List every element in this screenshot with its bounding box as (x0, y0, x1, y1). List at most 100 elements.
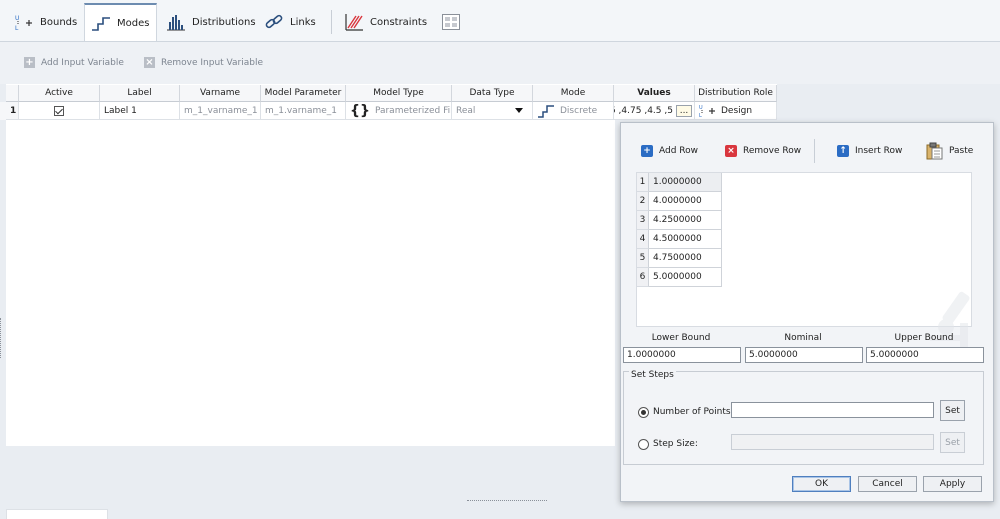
values-cell[interactable]: 5, 4.5, 4.75, 5 ... (614, 102, 695, 120)
distribution-role-cell[interactable]: UL Design (695, 102, 777, 120)
add-icon: + (24, 56, 35, 68)
set-steps-group: Set Steps Number of Points: Set Step Siz… (623, 370, 984, 465)
paste-icon (926, 142, 943, 160)
link-icon (264, 13, 284, 31)
model-type-value: Parameterized File (374, 105, 452, 116)
list-item[interactable]: 2 4.0000000 (637, 192, 722, 211)
tab-bar: UL Bounds Modes Distributions Links Cons… (0, 0, 1000, 42)
svg-text:U: U (15, 15, 19, 22)
remove-row-button[interactable]: × Remove Row (725, 145, 801, 157)
step-size-label: Step Size: (653, 439, 698, 449)
value-cell[interactable]: 4.5000000 (649, 230, 722, 249)
header-mode[interactable]: Mode (533, 85, 614, 102)
variable-toolbar: + Add Input Variable × Remove Input Vari… (0, 42, 1000, 84)
distributions-icon (166, 13, 186, 31)
header-active[interactable]: Active (19, 85, 100, 102)
layout-grid-icon[interactable] (442, 14, 460, 30)
tab-constraints-label: Constraints (370, 16, 428, 28)
active-cell[interactable] (19, 102, 100, 120)
lower-bound-field[interactable]: 1.0000000 (623, 347, 741, 363)
value-cell[interactable]: 4.0000000 (649, 192, 722, 211)
header-model-type[interactable]: Model Type (346, 85, 452, 102)
list-item[interactable]: 3 4.2500000 (637, 211, 722, 230)
insert-row-label: Insert Row (855, 146, 903, 156)
svg-text:L: L (15, 25, 19, 31)
splitter-handle-vertical[interactable] (0, 318, 1, 358)
upper-bound-field[interactable]: 5.0000000 (866, 347, 984, 363)
tab-links-label: Links (290, 16, 316, 28)
remove-row-label: Remove Row (743, 146, 802, 156)
tab-distributions-label: Distributions (192, 16, 256, 28)
tab-links[interactable]: Links (258, 4, 322, 40)
value-cell[interactable]: 4.7500000 (649, 249, 722, 268)
nominal-field[interactable]: 5.0000000 (745, 347, 863, 363)
list-item[interactable]: 4 4.5000000 (637, 230, 722, 249)
data-type-select[interactable]: Real (452, 102, 533, 120)
bounds-icon: UL (14, 13, 34, 31)
tab-modes-label: Modes (117, 17, 150, 29)
list-item[interactable]: 5 4.7500000 (637, 249, 722, 268)
values-ellipsis-button[interactable]: ... (676, 104, 692, 117)
paste-button[interactable]: Paste (926, 142, 973, 160)
distribution-role-value: Design (721, 105, 753, 116)
header-model-parameter[interactable]: Model Parameter (261, 85, 346, 102)
value-row-number: 1 (637, 173, 649, 192)
tab-bounds-label: Bounds (40, 16, 78, 28)
row-number: 1 (6, 102, 19, 120)
set-step-size-button[interactable]: Set (940, 432, 965, 453)
header-label[interactable]: Label (100, 85, 180, 102)
ok-button[interactable]: OK (792, 476, 851, 492)
tab-bounds[interactable]: UL Bounds (8, 4, 83, 40)
remove-icon: × (144, 56, 155, 68)
value-row-number: 6 (637, 268, 649, 287)
list-item[interactable]: 6 5.0000000 (637, 268, 722, 287)
cancel-button[interactable]: Cancel (858, 476, 917, 492)
parameterized-file-icon: {} (350, 102, 370, 119)
header-data-type[interactable]: Data Type (452, 85, 533, 102)
value-row-number: 3 (637, 211, 649, 230)
data-type-value: Real (456, 105, 476, 116)
tab-distributions[interactable]: Distributions (160, 4, 262, 40)
varname-cell[interactable]: m_1_varname_1 (180, 102, 261, 120)
header-values[interactable]: Values (614, 85, 695, 102)
tab-constraints[interactable]: Constraints (338, 4, 433, 40)
splitter-handle-horizontal[interactable] (467, 500, 547, 501)
value-cell[interactable]: 4.2500000 (649, 211, 722, 230)
tab-separator (331, 10, 332, 34)
popup-toolbar-separator (814, 139, 815, 163)
insert-row-button[interactable]: ↑ Insert Row (837, 145, 902, 157)
header-distribution-role[interactable]: Distribution Role (695, 85, 777, 102)
set-points-button[interactable]: Set (940, 400, 965, 421)
paste-label: Paste (949, 146, 974, 156)
step-size-input[interactable] (731, 434, 934, 450)
value-cell[interactable]: 5.0000000 (649, 268, 722, 287)
add-row-button[interactable]: + Add Row (641, 145, 698, 157)
step-size-radio[interactable] (638, 439, 649, 450)
mode-value: Discrete (560, 105, 598, 116)
add-input-variable-label: Add Input Variable (41, 57, 124, 68)
mode-cell[interactable]: Discrete (533, 102, 614, 120)
model-type-cell[interactable]: {} Parameterized File (346, 102, 452, 120)
list-item[interactable]: 1 1.0000000 (637, 173, 722, 192)
value-row-number: 2 (637, 192, 649, 211)
tab-modes[interactable]: Modes (84, 3, 157, 41)
add-input-variable-button[interactable]: + Add Input Variable (24, 57, 124, 68)
bottom-panel-tab[interactable] (6, 509, 108, 519)
model-parameter-cell[interactable]: m_1.varname_1 (261, 102, 346, 120)
modes-icon (91, 14, 111, 32)
label-cell[interactable]: Label 1 (100, 102, 180, 120)
number-of-points-input[interactable] (731, 402, 934, 418)
svg-text:L: L (699, 113, 702, 118)
constraints-icon (344, 13, 364, 31)
variables-grid (6, 84, 615, 446)
values-value: 5, 4.5, 4.75, 5 (614, 105, 673, 116)
active-checkbox[interactable] (54, 105, 64, 116)
apply-button[interactable]: Apply (923, 476, 982, 492)
number-of-points-radio[interactable] (638, 407, 649, 418)
remove-row-icon: × (725, 145, 737, 157)
header-varname[interactable]: Varname (180, 85, 261, 102)
remove-input-variable-button[interactable]: × Remove Input Variable (144, 57, 263, 68)
value-cell[interactable]: 1.0000000 (649, 173, 722, 192)
number-of-points-label: Number of Points: (653, 407, 734, 417)
dropdown-arrow-icon (515, 108, 523, 113)
